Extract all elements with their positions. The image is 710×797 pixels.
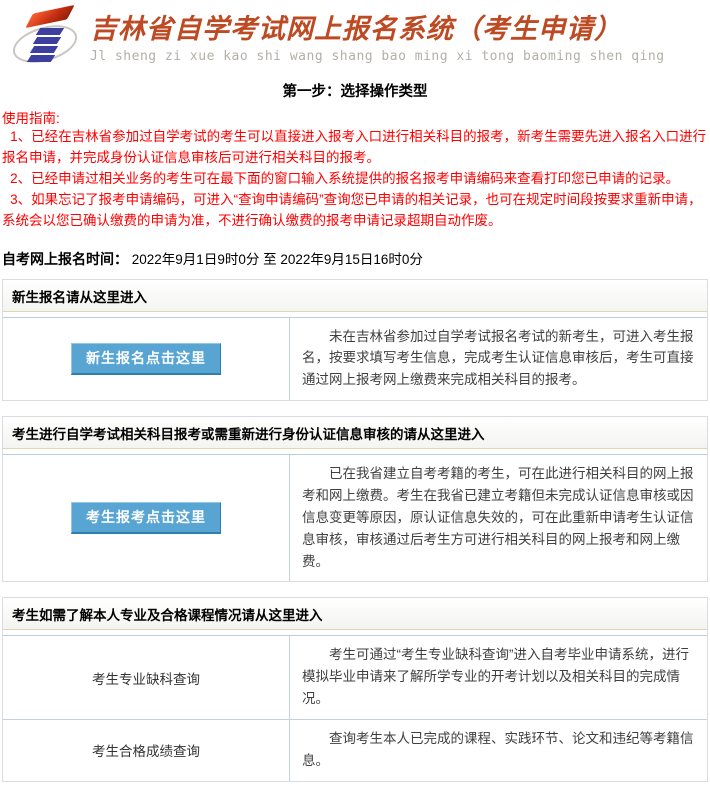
site-title-pinyin: Jl sheng zi xue kao shi wang shang bao m… [90,49,708,64]
logo-bar-shape [30,46,58,53]
guide-item-2: 2、已经申请过相关业务的考生可在最下面的窗口输入系统提供的报名报考申请编码来查看… [2,169,708,190]
new-student-desc-cell: 未在吉林省参加过自学考试报名考试的新考生，可进入考生报名，按要求填写考生信息，完… [290,318,707,401]
passed-scores-query-desc-cell: 查询考生本人已完成的课程、实践环节、论文和违纪等考籍信息。 [290,720,707,781]
table-row: 考生合格成绩查询 查询考生本人已完成的课程、实践环节、论文和违纪等考籍信息。 [3,719,707,781]
guide-item-3: 3、如果忘记了报考申请编码，可进入“查询申请编码”查询您已申请的相关记录，也可在… [2,190,708,232]
registration-time-line: 自考网上报名时间： 2022年9月1日9时0分 至 2022年9月15日16时0… [2,248,708,269]
missing-subject-query-desc-cell: 考生可通过“考生专业缺科查询”进入自考毕业申请系统，进行模拟毕业申请来了解所学专… [290,636,707,719]
section-queries-header: 考生如需了解本人专业及合格课程情况请从这里进入 [3,598,707,630]
candidate-register-desc-cell: 已在我省建立自考考籍的考生，可在此进行相关科目的网上报考和网上缴费。考生在我省已… [290,455,707,581]
new-student-register-button[interactable]: 新生报名点击这里 [71,343,221,375]
registration-time-value: 2022年9月1日9时0分 至 2022年9月15日16时0分 [132,252,423,267]
logo-bar-shape [36,28,64,35]
logo-bar-shape [33,37,61,44]
new-student-button-cell: 新生报名点击这里 [3,318,290,401]
site-title: 吉林省自学考试网上报名系统（考生申请） [90,7,708,46]
section-candidate-register-content: 考生报考点击这里 已在我省建立自考考籍的考生，可在此进行相关科目的网上报考和网上… [3,454,707,581]
section-new-student: 新生报名请从这里进入 新生报名点击这里 未在吉林省参加过自学考试报名考试的新考生… [2,279,708,402]
logo-bar-shape [27,55,55,62]
candidate-register-button-cell: 考生报考点击这里 [3,455,290,581]
missing-subject-query-link[interactable]: 考生专业缺科查询 [3,636,290,719]
guide-label: 使用指南: [2,107,708,127]
guide-item-1: 1、已经在吉林省参加过自学考试的考生可以直接进入报考入口进行相关科目的报考，新考… [2,127,708,169]
section-new-student-header: 新生报名请从这里进入 [3,280,707,312]
section-candidate-register: 考生进行自学考试相关科目报考或需重新进行身份认证信息审核的请从这里进入 考生报考… [2,416,708,582]
step-title: 第一步：选择操作类型 [2,80,708,101]
passed-scores-query-link[interactable]: 考生合格成绩查询 [3,720,290,781]
passed-scores-query-desc: 查询考生本人已完成的课程、实践环节、论文和违纪等考籍信息。 [302,728,695,772]
candidate-register-button[interactable]: 考生报考点击这里 [71,502,221,534]
site-header: 吉林省自学考试网上报名系统（考生申请） Jl sheng zi xue kao … [2,0,708,72]
section-new-student-content: 新生报名点击这里 未在吉林省参加过自学考试报名考试的新考生，可进入考生报名，按要… [3,317,707,401]
section-queries-content: 考生专业缺科查询 考生可通过“考生专业缺科查询”进入自考毕业申请系统，进行模拟毕… [3,635,707,780]
missing-subject-query-desc: 考生可通过“考生专业缺科查询”进入自考毕业申请系统，进行模拟毕业申请来了解所学专… [302,644,695,710]
section-candidate-register-header: 考生进行自学考试相关科目报考或需重新进行身份认证信息审核的请从这里进入 [3,417,707,449]
section-queries: 考生如需了解本人专业及合格课程情况请从这里进入 考生专业缺科查询 考生可通过“考… [2,597,708,781]
candidate-register-desc: 已在我省建立自考考籍的考生，可在此进行相关科目的网上报考和网上缴费。考生在我省已… [302,463,695,572]
new-student-desc: 未在吉林省参加过自学考试报名考试的新考生，可进入考生报名，按要求填写考生信息，完… [302,326,695,392]
jilin-exam-logo-icon [16,3,80,69]
page: 吉林省自学考试网上报名系统（考生申请） Jl sheng zi xue kao … [0,0,710,782]
title-block: 吉林省自学考试网上报名系统（考生申请） Jl sheng zi xue kao … [90,0,708,64]
table-row: 考生专业缺科查询 考生可通过“考生专业缺科查询”进入自考毕业申请系统，进行模拟毕… [3,636,707,719]
registration-time-label: 自考网上报名时间： [2,251,128,267]
